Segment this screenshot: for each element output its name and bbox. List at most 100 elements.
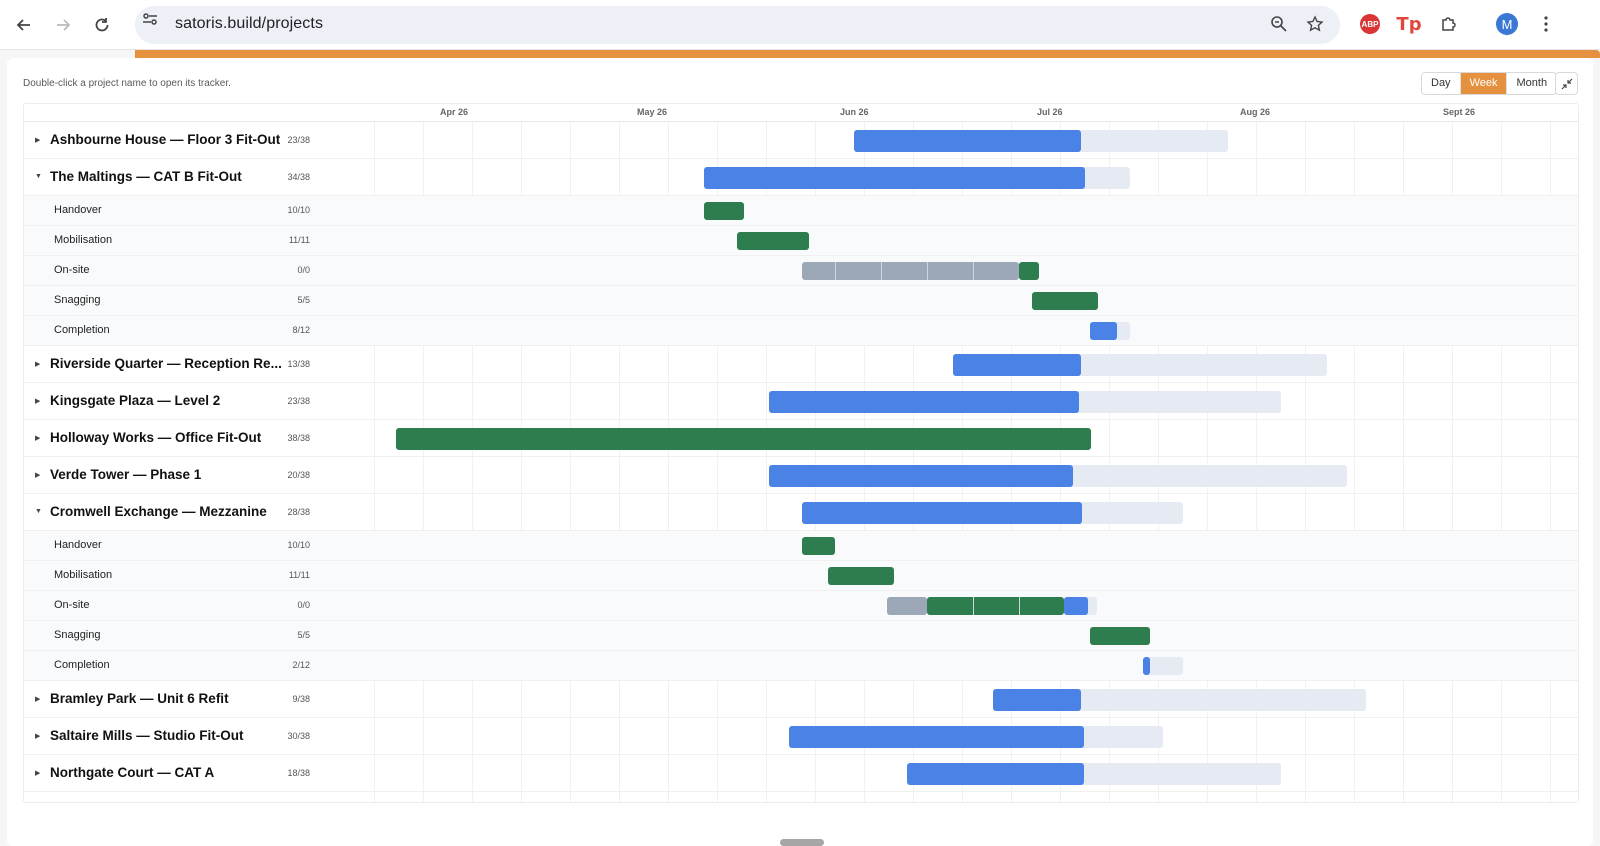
month-label: Aug 26 bbox=[1240, 107, 1271, 117]
phase-row[interactable]: Snagging 5/5 bbox=[24, 286, 1578, 316]
task-count: 23/38 bbox=[287, 134, 310, 145]
project-row[interactable]: ▶ Northgate Court — CAT A 18/38 bbox=[24, 755, 1578, 792]
phase-row[interactable]: Handover 10/10 bbox=[24, 531, 1578, 561]
url-text[interactable]: satoris.build/projects bbox=[175, 15, 323, 33]
bar-complete[interactable] bbox=[704, 202, 744, 220]
back-icon[interactable] bbox=[10, 11, 38, 39]
caret-right-icon[interactable]: ▶ bbox=[35, 360, 40, 368]
caret-right-icon[interactable]: ▶ bbox=[35, 695, 40, 703]
phase-row[interactable]: On-site 0/0 bbox=[24, 591, 1578, 621]
phase-row[interactable]: Mobilisation 11/11 bbox=[24, 226, 1578, 256]
project-name[interactable]: Ashbourne House — Floor 3 Fit-Out bbox=[50, 132, 280, 147]
project-name[interactable]: Northgate Court — CAT A bbox=[50, 765, 214, 780]
project-row[interactable]: ▶ Holloway Works — Office Fit-Out 38/38 bbox=[24, 420, 1578, 457]
bar-in-progress[interactable] bbox=[789, 725, 1084, 748]
project-name[interactable]: Kingsgate Plaza — Level 2 bbox=[50, 393, 220, 408]
bar-segment-divider bbox=[835, 262, 836, 280]
phase-row[interactable]: Completion 8/12 bbox=[24, 316, 1578, 346]
project-name[interactable]: Cromwell Exchange — Mezzanine bbox=[50, 504, 267, 519]
task-count: 11/11 bbox=[288, 235, 310, 245]
zoom-icon[interactable] bbox=[1267, 12, 1291, 36]
view-day-button[interactable]: Day bbox=[1422, 73, 1461, 94]
project-row[interactable]: ▼ The Maltings — CAT B Fit-Out 34/38 bbox=[24, 159, 1578, 196]
task-count: 13/38 bbox=[287, 358, 310, 369]
bar-in-progress[interactable] bbox=[854, 129, 1081, 152]
project-name[interactable]: Holloway Works — Office Fit-Out bbox=[50, 430, 261, 445]
project-row[interactable]: ▶ Riverside Quarter — Reception Re... 13/3… bbox=[24, 346, 1578, 383]
view-month-button[interactable]: Month bbox=[1507, 73, 1556, 94]
caret-right-icon[interactable]: ▶ bbox=[35, 397, 40, 405]
task-count: 10/10 bbox=[287, 205, 310, 215]
bar-in-progress[interactable] bbox=[953, 353, 1081, 376]
caret-down-icon[interactable]: ▼ bbox=[35, 508, 42, 515]
bar-in-progress[interactable] bbox=[769, 464, 1073, 487]
bar-complete[interactable] bbox=[828, 567, 894, 585]
bar-in-progress[interactable] bbox=[907, 762, 1084, 785]
bar-in-progress[interactable] bbox=[1090, 322, 1117, 340]
view-switcher: Day Week Month bbox=[1421, 72, 1558, 95]
caret-right-icon[interactable]: ▶ bbox=[35, 732, 40, 740]
bar-in-progress[interactable] bbox=[769, 390, 1079, 413]
task-count: 10/10 bbox=[287, 540, 310, 550]
site-settings-icon[interactable] bbox=[140, 9, 160, 29]
project-row[interactable]: ▶ Ashbourne House — Floor 3 Fit-Out 23/38 bbox=[24, 122, 1578, 159]
task-count: 23/38 bbox=[287, 395, 310, 406]
bar-in-progress[interactable] bbox=[704, 166, 1085, 189]
view-week-button[interactable]: Week bbox=[1460, 73, 1508, 94]
phase-name: On-site bbox=[54, 599, 90, 611]
project-name[interactable]: Riverside Quarter — Reception Re... bbox=[50, 356, 282, 371]
task-count: 28/38 bbox=[287, 506, 310, 517]
phase-row[interactable]: Completion 2/12 bbox=[24, 651, 1578, 681]
project-name[interactable]: Verde Tower — Phase 1 bbox=[50, 467, 201, 482]
caret-right-icon[interactable]: ▶ bbox=[35, 136, 40, 144]
project-name[interactable]: Bramley Park — Unit 6 Refit bbox=[50, 691, 229, 706]
caret-right-icon[interactable]: ▶ bbox=[35, 769, 40, 777]
bar-not-started[interactable] bbox=[887, 597, 927, 615]
project-name[interactable]: Saltaire Mills — Studio Fit-Out bbox=[50, 728, 244, 743]
phase-row[interactable]: Handover 10/10 bbox=[24, 196, 1578, 226]
task-count: 5/5 bbox=[297, 295, 310, 305]
bar-in-progress[interactable] bbox=[993, 688, 1081, 711]
project-row[interactable]: ▶ Verde Tower — Phase 1 20/38 bbox=[24, 457, 1578, 494]
bar-complete[interactable] bbox=[1090, 627, 1150, 645]
phase-row[interactable]: Mobilisation 11/11 bbox=[24, 561, 1578, 591]
reload-icon[interactable] bbox=[88, 11, 116, 39]
tp-extension-icon[interactable]: Tp bbox=[1396, 12, 1421, 36]
phase-name: Mobilisation bbox=[54, 234, 113, 246]
kebab-menu-icon[interactable] bbox=[1534, 12, 1558, 36]
caret-down-icon[interactable]: ▼ bbox=[35, 173, 42, 180]
bar-complete[interactable] bbox=[1019, 262, 1039, 280]
bar-complete[interactable] bbox=[1032, 292, 1098, 310]
caret-right-icon[interactable]: ▶ bbox=[35, 471, 40, 479]
phase-name: Completion bbox=[54, 659, 110, 671]
project-row[interactable]: ▶ Kingsgate Plaza — Level 2 23/38 bbox=[24, 383, 1578, 420]
phase-name: Handover bbox=[54, 539, 102, 551]
bar-in-progress[interactable] bbox=[1143, 657, 1150, 675]
bar-complete[interactable] bbox=[927, 597, 1064, 615]
bar-complete[interactable] bbox=[396, 427, 1091, 450]
extensions-puzzle-icon[interactable] bbox=[1437, 12, 1461, 36]
bar-not-started[interactable] bbox=[802, 262, 1019, 280]
bar-complete[interactable] bbox=[802, 537, 835, 555]
task-count: 2/12 bbox=[292, 660, 310, 670]
project-row[interactable]: ▼ Cromwell Exchange — Mezzanine 28/38 bbox=[24, 494, 1578, 531]
bar-segment-divider bbox=[1019, 597, 1020, 615]
bar-complete[interactable] bbox=[737, 232, 809, 250]
bookmark-star-icon[interactable] bbox=[1303, 12, 1327, 36]
adblock-extension-icon[interactable]: ABP bbox=[1358, 12, 1382, 36]
caret-right-icon[interactable]: ▶ bbox=[35, 434, 40, 442]
bar-segment-divider bbox=[927, 262, 928, 280]
forward-icon[interactable] bbox=[49, 11, 77, 39]
profile-avatar[interactable]: M bbox=[1495, 12, 1519, 36]
project-name[interactable]: The Maltings — CAT B Fit-Out bbox=[50, 169, 242, 184]
phase-row[interactable]: On-site 0/0 bbox=[24, 256, 1578, 286]
project-row[interactable]: ▶ Bramley Park — Unit 6 Refit 9/38 bbox=[24, 681, 1578, 718]
phase-row[interactable]: Snagging 5/5 bbox=[24, 621, 1578, 651]
phase-name: Snagging bbox=[54, 294, 101, 306]
bar-in-progress[interactable] bbox=[802, 501, 1082, 524]
horizontal-scrollbar[interactable] bbox=[780, 839, 824, 846]
collapse-icon[interactable] bbox=[1555, 72, 1578, 95]
bar-in-progress[interactable] bbox=[1064, 597, 1088, 615]
row-divider bbox=[24, 791, 1578, 792]
project-row[interactable]: ▶ Saltaire Mills — Studio Fit-Out 30/38 bbox=[24, 718, 1578, 755]
